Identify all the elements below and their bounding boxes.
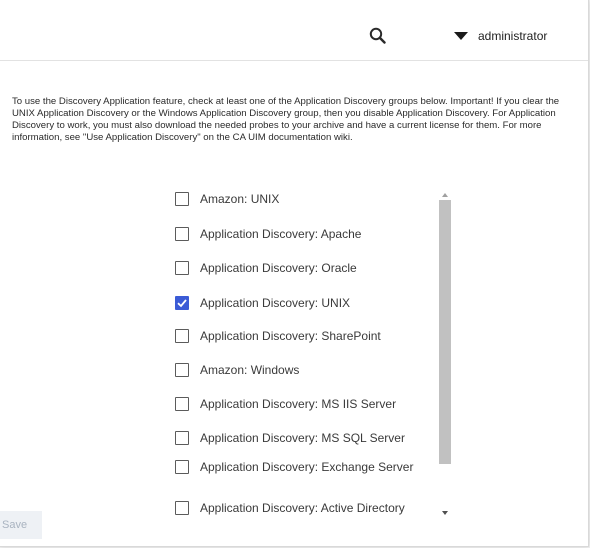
checkbox[interactable] — [175, 261, 189, 275]
search-icon[interactable] — [368, 26, 388, 46]
group-option[interactable]: Amazon: Windows — [164, 361, 434, 379]
checkbox[interactable] — [175, 363, 189, 377]
group-option-label: Amazon: Windows — [200, 363, 300, 377]
caret-down-icon — [454, 32, 468, 40]
group-option-label: Application Discovery: Oracle — [200, 261, 357, 275]
scroll-up-arrow-icon[interactable] — [441, 192, 449, 198]
group-option[interactable]: Application Discovery: Apache — [164, 225, 434, 243]
group-option[interactable]: Application Discovery: UNIX — [164, 294, 434, 312]
save-button[interactable]: Save — [0, 511, 42, 539]
user-name: administrator — [478, 29, 548, 43]
checkbox[interactable] — [175, 329, 189, 343]
checkbox[interactable] — [175, 192, 189, 206]
group-option-label: Application Discovery: MS IIS Server — [200, 397, 397, 411]
group-option[interactable]: Amazon: UNIX — [164, 190, 434, 208]
dialog-panel: administrator To use the Discovery Appli… — [0, 0, 589, 547]
checkbox[interactable] — [175, 431, 189, 445]
list-scrollbar[interactable] — [436, 186, 454, 522]
checkmark-icon — [177, 299, 187, 308]
checkbox[interactable] — [175, 227, 189, 241]
group-option[interactable]: Application Discovery: Exchange Server — [164, 458, 434, 476]
group-option[interactable]: Application Discovery: Oracle — [164, 259, 434, 277]
group-option[interactable]: Application Discovery: MS SQL Server — [164, 429, 434, 447]
user-menu[interactable]: administrator — [454, 27, 547, 45]
group-option[interactable]: Application Discovery: SharePoint — [164, 327, 434, 345]
group-option[interactable]: Application Discovery: Active Directory — [164, 499, 434, 517]
checkbox-checked[interactable] — [175, 296, 189, 310]
group-option[interactable]: Application Discovery: MS IIS Server — [164, 395, 434, 413]
discovery-group-list: Amazon: UNIX Application Discovery: Apach… — [164, 186, 456, 526]
checkbox[interactable] — [175, 397, 189, 411]
group-option-label: Amazon: UNIX — [200, 192, 280, 206]
top-bar: administrator — [0, 10, 588, 61]
group-option-label: Application Discovery: SharePoint — [200, 329, 381, 343]
checkbox[interactable] — [175, 460, 189, 474]
group-option-label: Application Discovery: UNIX — [200, 296, 351, 310]
group-option-label: Application Discovery: MS SQL Server — [200, 431, 405, 445]
checkbox[interactable] — [175, 501, 189, 515]
scrollbar-thumb[interactable] — [439, 200, 451, 464]
group-option-label: Application Discovery: Active Directory — [200, 501, 405, 515]
group-option-label: Application Discovery: Exchange Server — [200, 460, 414, 474]
scroll-down-arrow-icon[interactable] — [441, 510, 449, 516]
instructions-text: To use the Discovery Application feature… — [12, 96, 560, 143]
group-option-label: Application Discovery: Apache — [200, 227, 362, 241]
